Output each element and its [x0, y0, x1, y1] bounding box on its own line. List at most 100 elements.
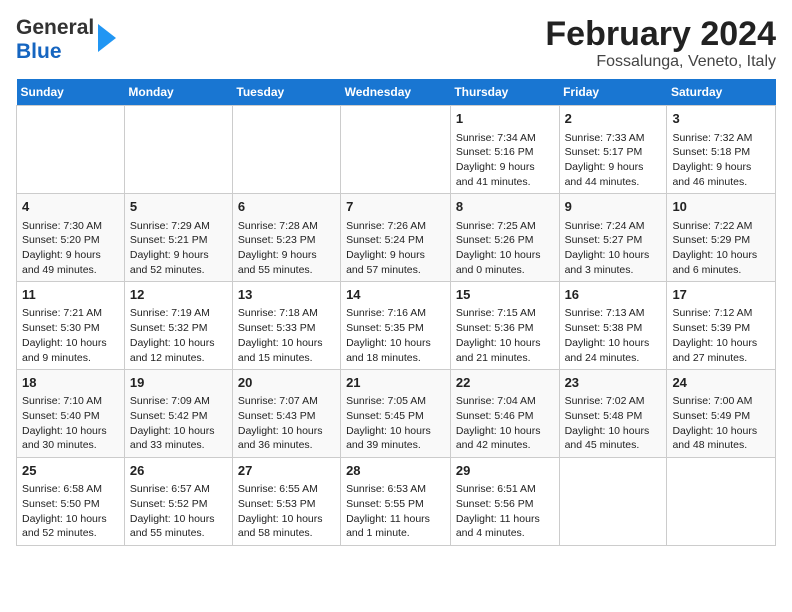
- day-info: Sunrise: 7:34 AM Sunset: 5:16 PM Dayligh…: [456, 131, 554, 190]
- calendar-cell: 21 Sunrise: 7:05 AM Sunset: 5:45 PM Dayli…: [341, 370, 451, 458]
- calendar-cell: 6 Sunrise: 7:28 AM Sunset: 5:23 PM Daylig…: [232, 194, 340, 282]
- day-number: 10: [672, 198, 770, 216]
- day-number: 27: [238, 462, 335, 480]
- calendar-cell: [667, 458, 776, 546]
- calendar-cell: 23 Sunrise: 7:02 AM Sunset: 5:48 PM Dayli…: [559, 370, 667, 458]
- day-number: 5: [130, 198, 227, 216]
- day-number: 12: [130, 286, 227, 304]
- calendar-cell: 29Sunrise: 6:51 AM Sunset: 5:56 PM Dayli…: [450, 458, 559, 546]
- calendar-cell: 19Sunrise: 7:09 AM Sunset: 5:42 PM Dayli…: [124, 370, 232, 458]
- day-number: 28: [346, 462, 445, 480]
- calendar-cell: [17, 106, 125, 194]
- calendar-cell: [559, 458, 667, 546]
- day-number: 13: [238, 286, 335, 304]
- day-info: Sunrise: 7:15 AM Sunset: 5:36 PM Dayligh…: [456, 306, 554, 365]
- calendar-cell: 8 Sunrise: 7:25 AM Sunset: 5:26 PM Daylig…: [450, 194, 559, 282]
- calendar-cell: 14 Sunrise: 7:16 AM Sunset: 5:35 PM Dayli…: [341, 282, 451, 370]
- calendar-subtitle: Fossalunga, Veneto, Italy: [545, 53, 776, 71]
- calendar-cell: 18 Sunrise: 7:10 AM Sunset: 5:40 PM Dayli…: [17, 370, 125, 458]
- day-info: Sunrise: 7:05 AM Sunset: 5:45 PM Dayligh…: [346, 394, 445, 453]
- calendar-week-row: 25 Sunrise: 6:58 AM Sunset: 5:50 PM Dayli…: [17, 458, 776, 546]
- day-info: Sunrise: 7:32 AM Sunset: 5:18 PM Dayligh…: [672, 131, 770, 190]
- day-number: 14: [346, 286, 445, 304]
- calendar-cell: 7 Sunrise: 7:26 AM Sunset: 5:24 PM Daylig…: [341, 194, 451, 282]
- day-info: Sunrise: 6:55 AM Sunset: 5:53 PM Dayligh…: [238, 482, 335, 541]
- day-number: 3: [672, 110, 770, 128]
- calendar-cell: 15 Sunrise: 7:15 AM Sunset: 5:36 PM Dayli…: [450, 282, 559, 370]
- day-info: Sunrise: 7:04 AM Sunset: 5:46 PM Dayligh…: [456, 394, 554, 453]
- day-number: 26: [130, 462, 227, 480]
- calendar-cell: 25 Sunrise: 6:58 AM Sunset: 5:50 PM Dayli…: [17, 458, 125, 546]
- calendar-cell: [232, 106, 340, 194]
- calendar-week-row: 18 Sunrise: 7:10 AM Sunset: 5:40 PM Dayli…: [17, 370, 776, 458]
- calendar-cell: [341, 106, 451, 194]
- day-of-week-header: Sunday: [17, 79, 125, 106]
- day-number: 8: [456, 198, 554, 216]
- day-number: 7: [346, 198, 445, 216]
- day-number: 6: [238, 198, 335, 216]
- day-number: 20: [238, 374, 335, 392]
- logo: General Blue: [16, 16, 116, 64]
- day-number: 24: [672, 374, 770, 392]
- day-number: 23: [565, 374, 662, 392]
- day-info: Sunrise: 7:00 AM Sunset: 5:49 PM Dayligh…: [672, 394, 770, 453]
- calendar-cell: 3 Sunrise: 7:32 AM Sunset: 5:18 PM Daylig…: [667, 106, 776, 194]
- calendar-header-row: SundayMondayTuesdayWednesdayThursdayFrid…: [17, 79, 776, 106]
- day-info: Sunrise: 7:24 AM Sunset: 5:27 PM Dayligh…: [565, 219, 662, 278]
- day-info: Sunrise: 7:13 AM Sunset: 5:38 PM Dayligh…: [565, 306, 662, 365]
- day-info: Sunrise: 6:58 AM Sunset: 5:50 PM Dayligh…: [22, 482, 119, 541]
- day-of-week-header: Thursday: [450, 79, 559, 106]
- logo-icon: [96, 24, 116, 57]
- day-number: 16: [565, 286, 662, 304]
- day-number: 18: [22, 374, 119, 392]
- logo-top: General: [16, 16, 94, 40]
- calendar-cell: [124, 106, 232, 194]
- calendar-cell: 9Sunrise: 7:24 AM Sunset: 5:27 PM Daylig…: [559, 194, 667, 282]
- day-of-week-header: Monday: [124, 79, 232, 106]
- day-number: 11: [22, 286, 119, 304]
- calendar-cell: 24 Sunrise: 7:00 AM Sunset: 5:49 PM Dayli…: [667, 370, 776, 458]
- day-info: Sunrise: 7:22 AM Sunset: 5:29 PM Dayligh…: [672, 219, 770, 278]
- calendar-cell: 13 Sunrise: 7:18 AM Sunset: 5:33 PM Dayli…: [232, 282, 340, 370]
- day-number: 22: [456, 374, 554, 392]
- calendar-cell: 5 Sunrise: 7:29 AM Sunset: 5:21 PM Daylig…: [124, 194, 232, 282]
- day-info: Sunrise: 7:25 AM Sunset: 5:26 PM Dayligh…: [456, 219, 554, 278]
- calendar-cell: 2Sunrise: 7:33 AM Sunset: 5:17 PM Daylig…: [559, 106, 667, 194]
- day-number: 21: [346, 374, 445, 392]
- calendar-cell: 28Sunrise: 6:53 AM Sunset: 5:55 PM Dayli…: [341, 458, 451, 546]
- calendar-cell: 26 Sunrise: 6:57 AM Sunset: 5:52 PM Dayli…: [124, 458, 232, 546]
- calendar-cell: 17Sunrise: 7:12 AM Sunset: 5:39 PM Dayli…: [667, 282, 776, 370]
- day-of-week-header: Tuesday: [232, 79, 340, 106]
- day-info: Sunrise: 7:30 AM Sunset: 5:20 PM Dayligh…: [22, 219, 119, 278]
- calendar-cell: 22 Sunrise: 7:04 AM Sunset: 5:46 PM Dayli…: [450, 370, 559, 458]
- calendar-cell: 4 Sunrise: 7:30 AM Sunset: 5:20 PM Daylig…: [17, 194, 125, 282]
- day-info: Sunrise: 7:02 AM Sunset: 5:48 PM Dayligh…: [565, 394, 662, 453]
- day-of-week-header: Saturday: [667, 79, 776, 106]
- day-number: 25: [22, 462, 119, 480]
- calendar-title: February 2024: [545, 16, 776, 53]
- day-of-week-header: Wednesday: [341, 79, 451, 106]
- calendar-cell: 16 Sunrise: 7:13 AM Sunset: 5:38 PM Dayli…: [559, 282, 667, 370]
- day-number: 4: [22, 198, 119, 216]
- day-number: 29: [456, 462, 554, 480]
- day-info: Sunrise: 7:26 AM Sunset: 5:24 PM Dayligh…: [346, 219, 445, 278]
- day-info: Sunrise: 7:18 AM Sunset: 5:33 PM Dayligh…: [238, 306, 335, 365]
- day-number: 15: [456, 286, 554, 304]
- calendar-cell: 10 Sunrise: 7:22 AM Sunset: 5:29 PM Dayli…: [667, 194, 776, 282]
- day-info: Sunrise: 7:07 AM Sunset: 5:43 PM Dayligh…: [238, 394, 335, 453]
- day-info: Sunrise: 6:57 AM Sunset: 5:52 PM Dayligh…: [130, 482, 227, 541]
- day-info: Sunrise: 7:21 AM Sunset: 5:30 PM Dayligh…: [22, 306, 119, 365]
- day-info: Sunrise: 7:28 AM Sunset: 5:23 PM Dayligh…: [238, 219, 335, 278]
- day-info: Sunrise: 7:16 AM Sunset: 5:35 PM Dayligh…: [346, 306, 445, 365]
- calendar-cell: 12 Sunrise: 7:19 AM Sunset: 5:32 PM Dayli…: [124, 282, 232, 370]
- day-info: Sunrise: 7:19 AM Sunset: 5:32 PM Dayligh…: [130, 306, 227, 365]
- day-number: 19: [130, 374, 227, 392]
- calendar-table: SundayMondayTuesdayWednesdayThursdayFrid…: [16, 79, 776, 546]
- day-info: Sunrise: 7:29 AM Sunset: 5:21 PM Dayligh…: [130, 219, 227, 278]
- day-info: Sunrise: 7:10 AM Sunset: 5:40 PM Dayligh…: [22, 394, 119, 453]
- title-block: February 2024 Fossalunga, Veneto, Italy: [545, 16, 776, 71]
- calendar-cell: 1Sunrise: 7:34 AM Sunset: 5:16 PM Daylig…: [450, 106, 559, 194]
- day-number: 2: [565, 110, 662, 128]
- calendar-week-row: 11 Sunrise: 7:21 AM Sunset: 5:30 PM Dayli…: [17, 282, 776, 370]
- calendar-week-row: 1Sunrise: 7:34 AM Sunset: 5:16 PM Daylig…: [17, 106, 776, 194]
